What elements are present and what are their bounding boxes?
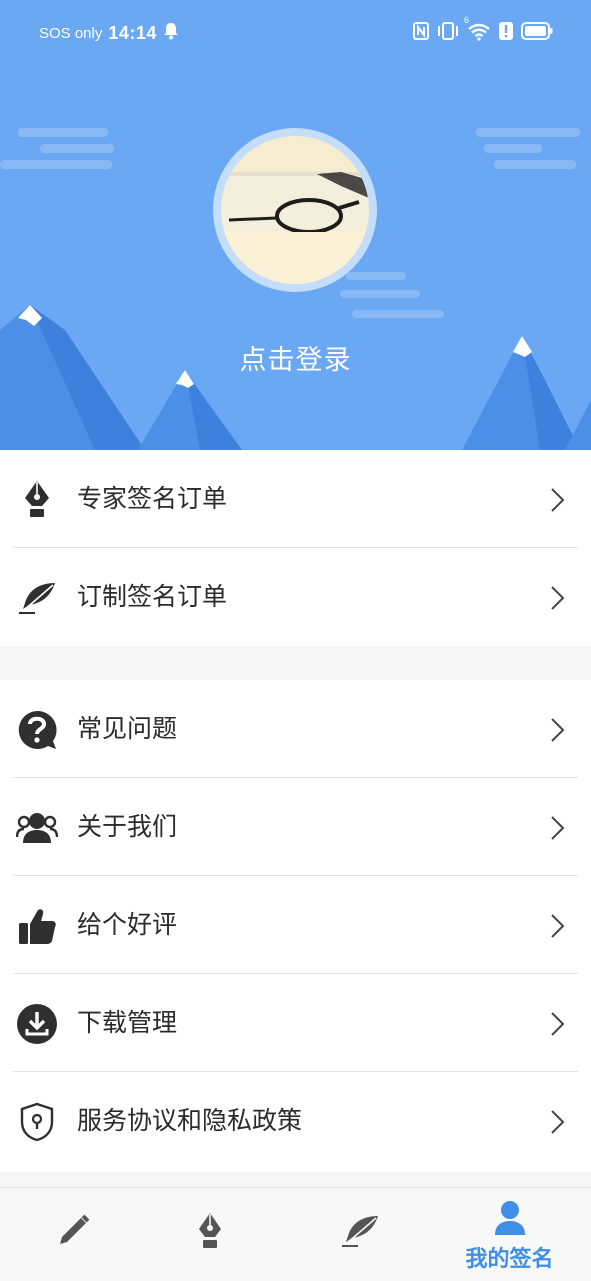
carrier-text: SOS only [39, 24, 103, 42]
menu-item-label: 服务协议和隐私政策 [77, 1106, 303, 1135]
bell-icon [163, 22, 179, 44]
nav-tab-custom-signature[interactable] [286, 1188, 433, 1281]
fountain-pen-icon [196, 1212, 224, 1256]
network-badge: 6 [464, 15, 470, 25]
menu-item-label: 给个好评 [77, 910, 178, 939]
alert-icon [499, 22, 513, 44]
menu-item-custom-signature-orders[interactable]: 订制签名订单 [0, 548, 591, 646]
menu-item-label: 下载管理 [77, 1008, 178, 1037]
wifi-icon: 6 [464, 15, 491, 45]
chevron-right-icon [549, 1109, 567, 1135]
feather-icon [340, 1214, 380, 1252]
chevron-right-icon [549, 913, 567, 939]
thumbs-up-icon [16, 905, 58, 947]
nav-tab-write[interactable] [0, 1188, 147, 1281]
pencil-icon [56, 1212, 92, 1252]
users-icon [16, 807, 58, 849]
status-bar: SOS only 14:14 6 [0, 0, 591, 66]
question-icon [16, 709, 58, 751]
menu-item-about-us[interactable]: 关于我们 [0, 778, 591, 876]
menu-item-label: 常见问题 [77, 714, 178, 743]
vibrate-icon [437, 21, 459, 45]
avatar[interactable] [221, 136, 369, 284]
feather-icon [16, 577, 58, 619]
settings-menu: 常见问题 关于我们 给个好评 下载管理 服务协议和隐私政策 [0, 680, 591, 1172]
chevron-right-icon [549, 487, 567, 513]
person-icon [493, 1200, 527, 1240]
avatar-image [221, 136, 369, 284]
menu-item-label: 关于我们 [77, 812, 178, 841]
nav-tab-expert-signature[interactable] [136, 1188, 283, 1281]
chevron-right-icon [549, 717, 567, 743]
menu-item-label: 订制签名订单 [77, 582, 228, 611]
chevron-right-icon [549, 815, 567, 841]
menu-item-download-manager[interactable]: 下载管理 [0, 974, 591, 1072]
shield-icon [16, 1101, 58, 1143]
download-icon [16, 1003, 58, 1045]
clock: 14:14 [108, 22, 157, 43]
login-button[interactable]: 点击登录 [0, 338, 591, 377]
nav-tab-label: 我的签名 [465, 1247, 554, 1272]
menu-item-label: 专家签名订单 [77, 484, 228, 513]
bottom-navigation: 我的签名 [0, 1187, 591, 1281]
nfc-icon [413, 22, 429, 44]
menu-item-expert-signature-orders[interactable]: 专家签名订单 [0, 450, 591, 548]
menu-item-rate-us[interactable]: 给个好评 [0, 876, 591, 974]
menu-item-privacy-policy[interactable]: 服务协议和隐私政策 [0, 1072, 591, 1170]
nav-tab-my-signature[interactable]: 我的签名 [436, 1188, 583, 1281]
fountain-pen-icon [16, 479, 58, 521]
menu-item-faq[interactable]: 常见问题 [0, 680, 591, 778]
profile-header: SOS only 14:14 6 点击登录 [0, 0, 591, 450]
order-menu: 专家签名订单 订制签名订单 [0, 450, 591, 646]
chevron-right-icon [549, 1011, 567, 1037]
chevron-right-icon [549, 585, 567, 611]
battery-icon [521, 22, 553, 44]
